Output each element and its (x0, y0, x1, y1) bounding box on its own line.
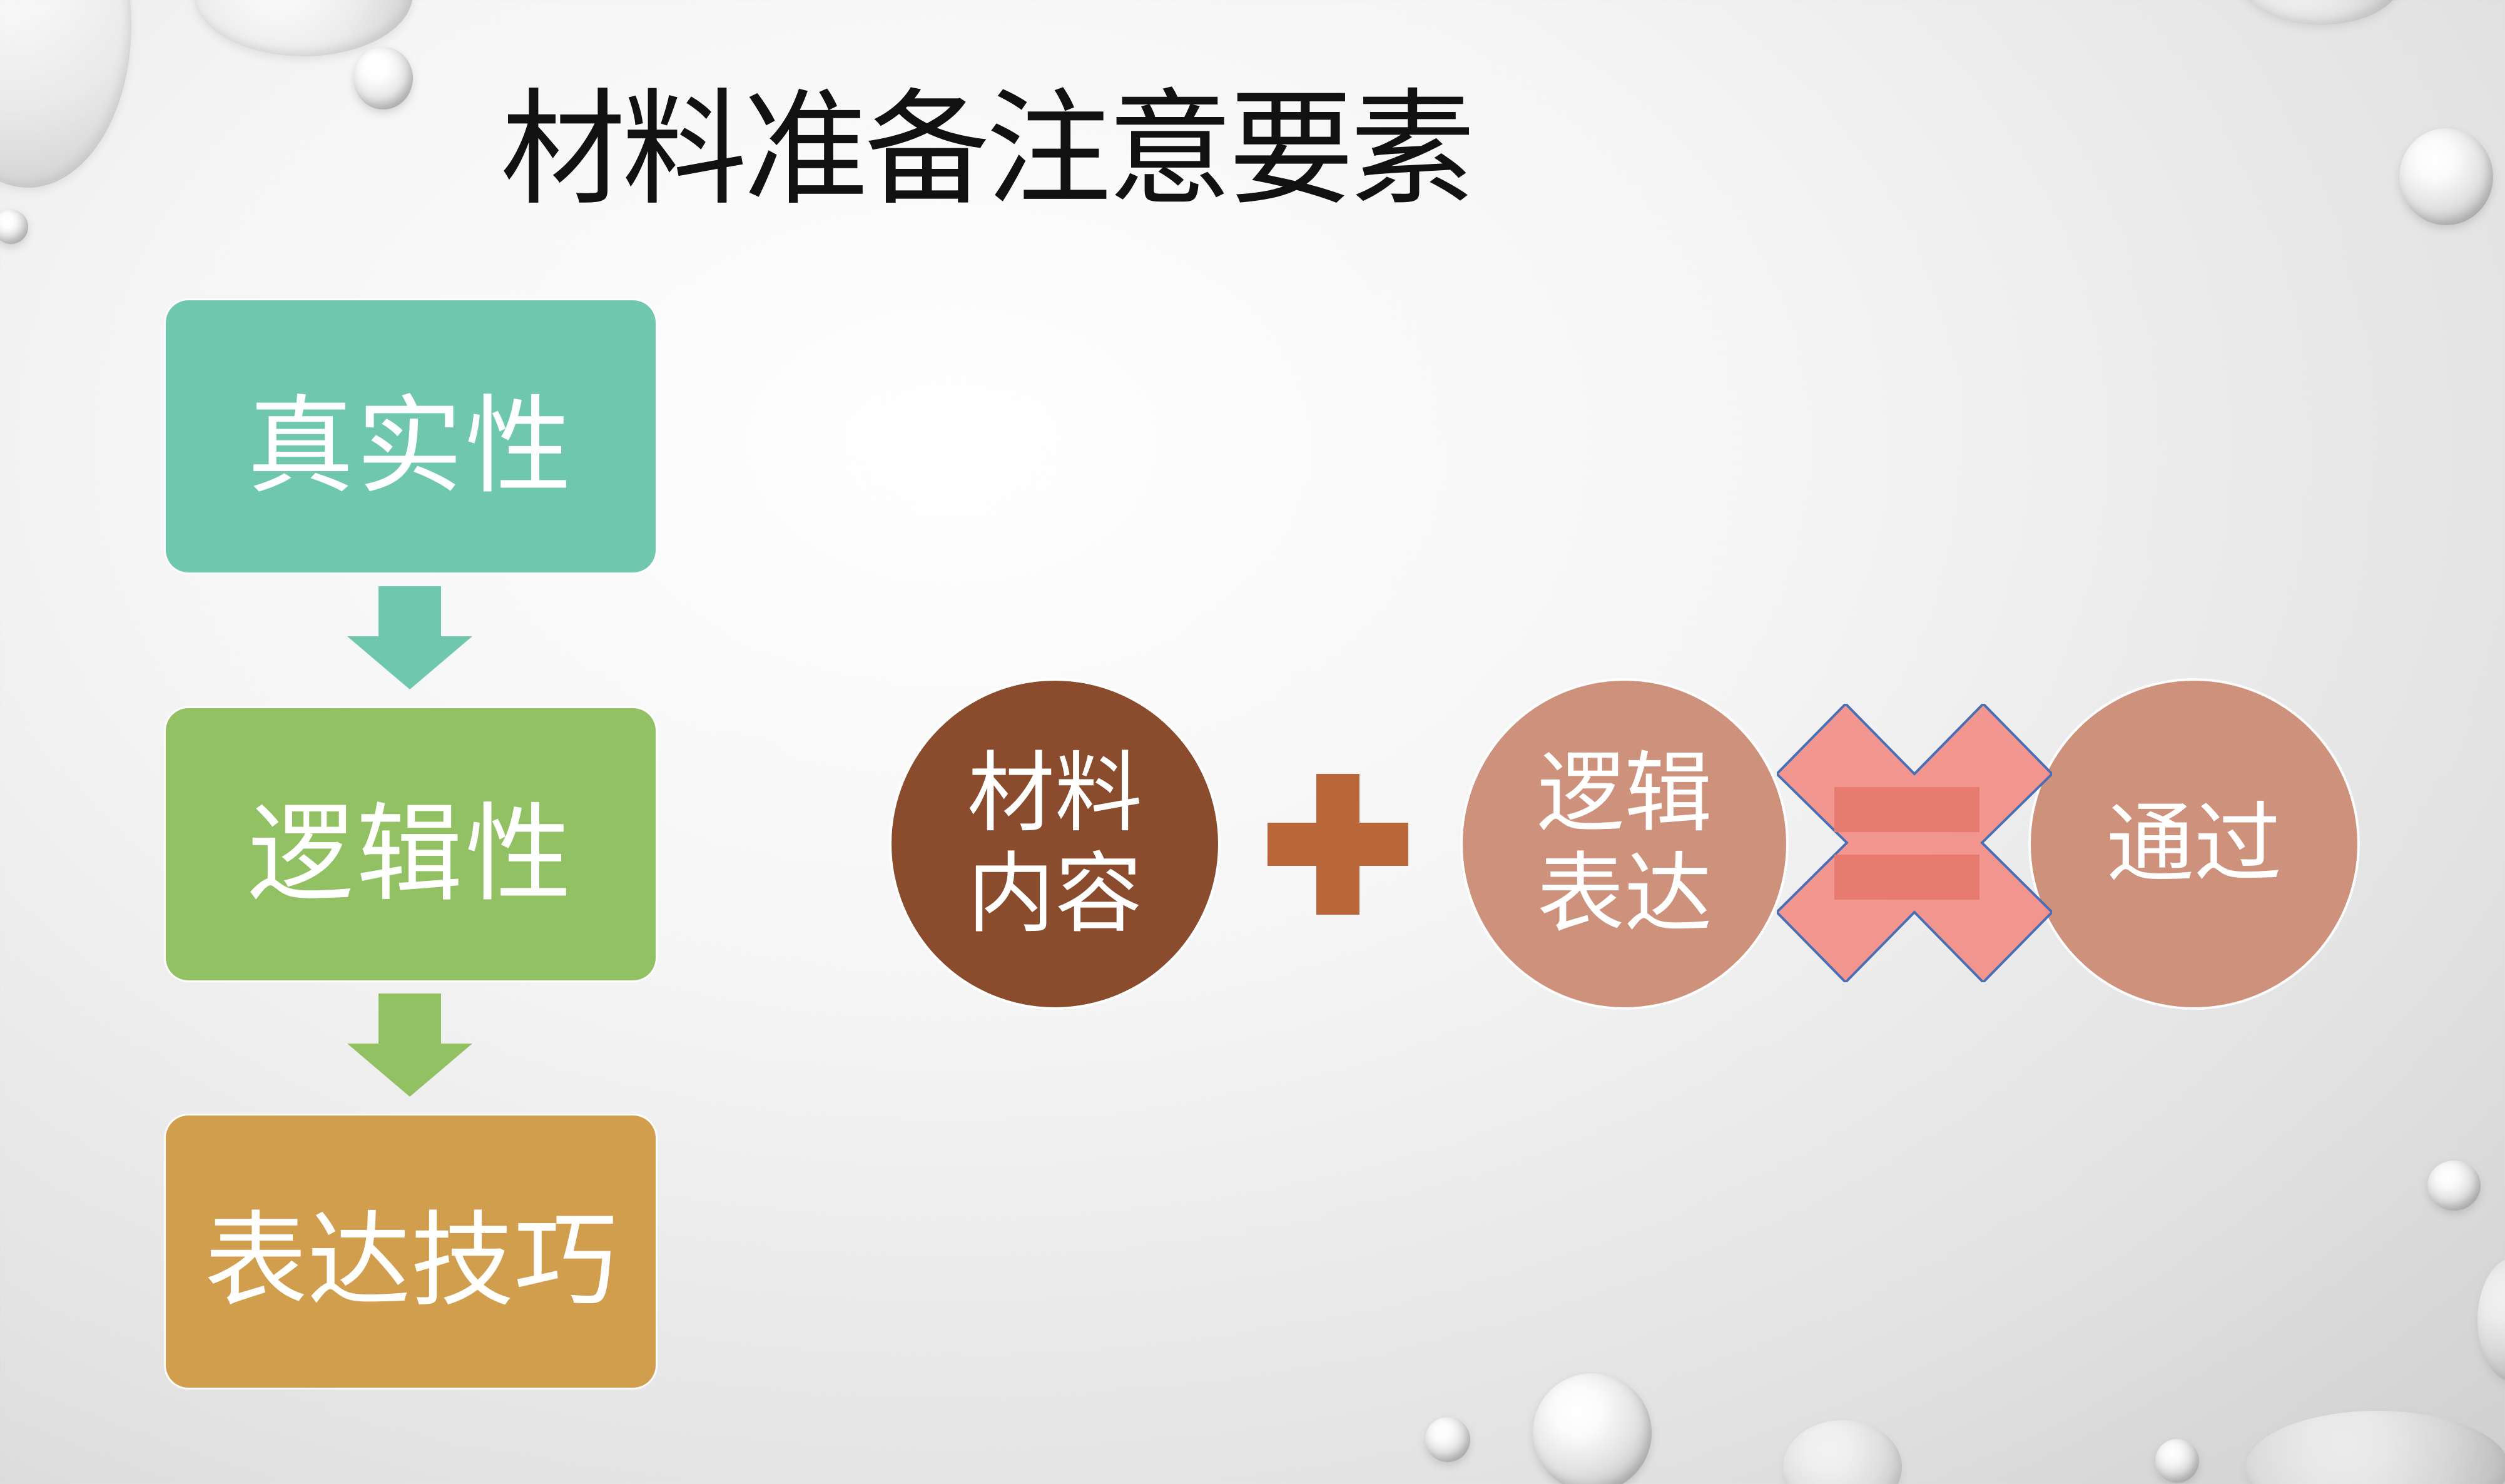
water-droplet-icon (1783, 1420, 1902, 1484)
material-content-circle: 材料内容 (892, 681, 1218, 1007)
plus-icon (1268, 774, 1408, 915)
flow-box-expression-skills: 表达技巧 (166, 1116, 656, 1388)
down-arrow-icon (347, 994, 472, 1097)
pass-label: 通过 (2106, 793, 2282, 895)
down-arrow-icon (347, 586, 472, 689)
water-droplet-icon (2240, 0, 2402, 25)
logical-expression-label: 逻辑表达 (1537, 743, 1712, 945)
water-droplet-icon (2155, 1439, 2199, 1483)
water-droplet-icon (1533, 1373, 1652, 1484)
water-droplet-icon (2477, 1258, 2505, 1383)
water-droplet-icon (2246, 1411, 2505, 1484)
water-droplet-icon (353, 47, 413, 109)
flow-box-logic: 逻辑性 (166, 708, 656, 980)
water-droplet-icon (2399, 128, 2493, 225)
water-droplet-icon (0, 0, 131, 188)
water-droplet-icon (1425, 1417, 1470, 1462)
water-droplet-icon (0, 210, 28, 244)
flow-box-truthfulness: 真实性 (166, 300, 656, 572)
material-content-label: 材料内容 (967, 743, 1142, 945)
page-title: 材料准备注意要素 (500, 77, 1475, 223)
water-droplet-icon (2427, 1161, 2481, 1211)
equals-icon (1834, 787, 1979, 900)
pass-circle: 通过 (2031, 681, 2357, 1007)
logical-expression-circle: 逻辑表达 (1463, 681, 1786, 1007)
